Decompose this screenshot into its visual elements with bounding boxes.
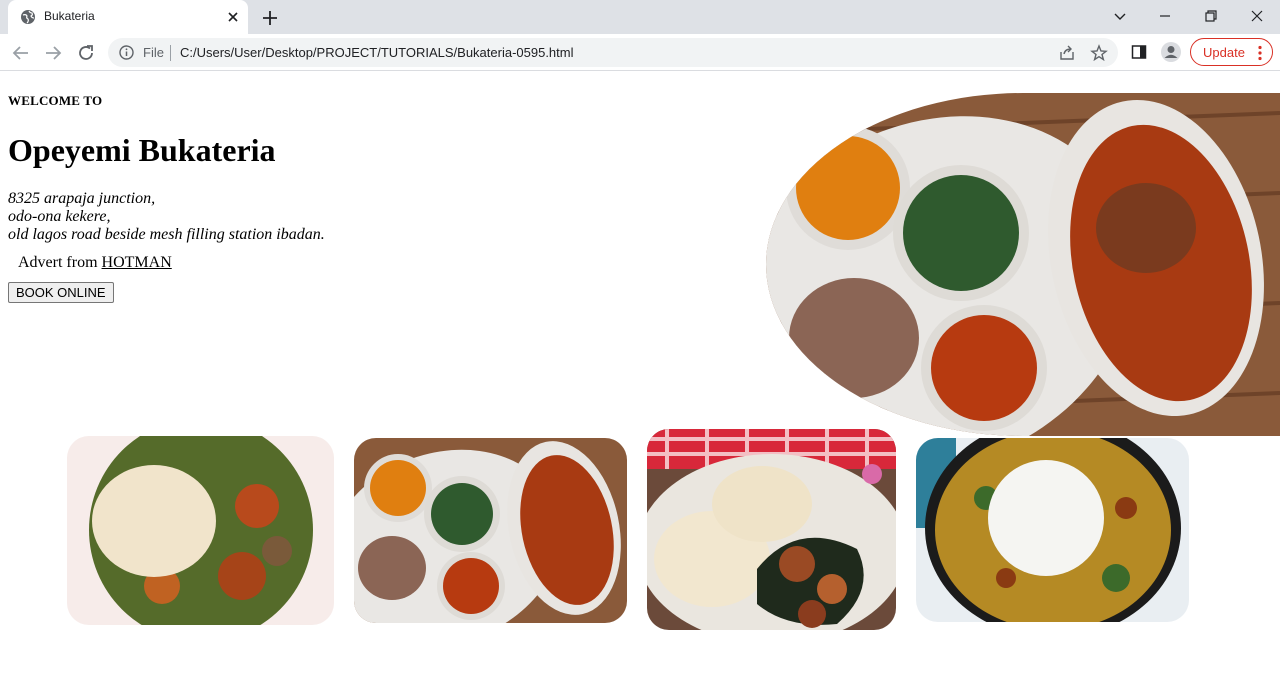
- more-vert-icon[interactable]: [1253, 44, 1267, 62]
- welcome-heading: WELCOME TO: [8, 93, 103, 108]
- advert-text: Advert from HOTMAN: [18, 254, 172, 272]
- advert-prefix: Advert from: [18, 254, 98, 271]
- book-online-button[interactable]: BOOK ONLINE: [8, 282, 114, 303]
- reload-icon[interactable]: [75, 42, 97, 64]
- tab-title: Bukateria: [44, 9, 95, 23]
- globe-icon: [21, 10, 35, 24]
- minimize-icon[interactable]: [1153, 5, 1177, 27]
- omnibox-divider: [170, 45, 171, 61]
- address-line: 8325 arapaja junction,: [8, 190, 156, 207]
- hero-food-image: [766, 93, 1280, 436]
- browser-tab[interactable]: Bukateria: [8, 0, 248, 34]
- page-title: Opeyemi Bukateria: [8, 132, 276, 168]
- address-line: odo-ona kekere,: [8, 208, 111, 225]
- update-button[interactable]: Update: [1190, 38, 1273, 66]
- forward-arrow-icon[interactable]: [42, 42, 64, 64]
- info-icon[interactable]: [118, 44, 135, 61]
- back-arrow-icon[interactable]: [10, 42, 32, 64]
- address-line: old lagos road beside mesh filling stati…: [8, 226, 325, 243]
- star-icon[interactable]: [1090, 44, 1108, 62]
- food-image: [67, 436, 334, 625]
- address-bar[interactable]: File C:/Users/User/Desktop/PROJECT/TUTOR…: [108, 38, 1118, 67]
- food-image: [916, 438, 1189, 622]
- address-block: 8325 arapaja junction, odo-ona kekere, o…: [8, 190, 325, 244]
- chevron-down-icon[interactable]: [1108, 5, 1132, 27]
- tab-strip: Bukateria: [0, 0, 1280, 34]
- update-label: Update: [1203, 45, 1245, 60]
- url-text[interactable]: C:/Users/User/Desktop/PROJECT/TUTORIALS/…: [180, 45, 574, 60]
- side-panel-icon[interactable]: [1130, 43, 1148, 61]
- food-image: [647, 429, 896, 630]
- food-image: [354, 438, 627, 623]
- url-scheme-label: File: [143, 45, 164, 60]
- plus-icon[interactable]: [259, 7, 281, 29]
- window-close-icon[interactable]: [1245, 5, 1269, 27]
- restore-icon[interactable]: [1199, 5, 1223, 27]
- profile-icon[interactable]: [1160, 41, 1182, 63]
- advert-link[interactable]: HOTMAN: [102, 254, 172, 271]
- browser-toolbar: File C:/Users/User/Desktop/PROJECT/TUTOR…: [0, 34, 1280, 71]
- share-icon[interactable]: [1058, 44, 1076, 62]
- close-icon[interactable]: [224, 8, 242, 26]
